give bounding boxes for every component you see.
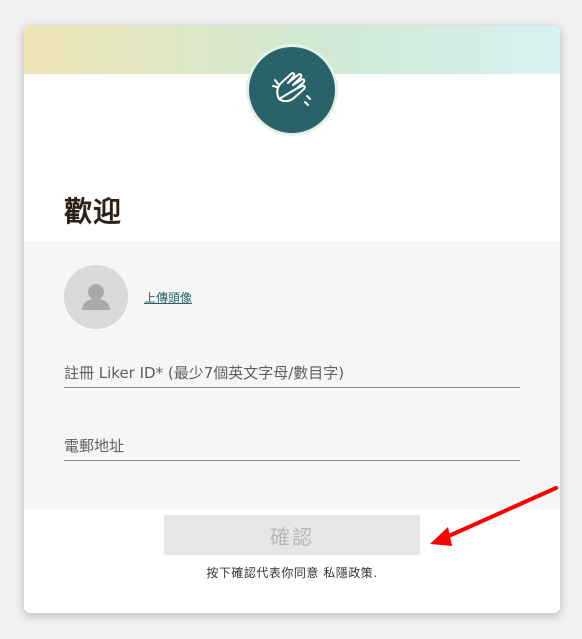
registration-form: 上傳頭像: [24, 241, 560, 509]
confirm-button[interactable]: 確認: [164, 515, 420, 555]
privacy-policy-link[interactable]: 私隱政策: [323, 566, 373, 580]
terms-agreement-text: 按下確認代表你同意 私隱政策.: [24, 564, 560, 581]
email-field: [64, 434, 520, 461]
user-placeholder-icon[interactable]: [64, 265, 128, 329]
liker-id-field: [64, 361, 520, 388]
email-input[interactable]: [64, 434, 520, 458]
terms-suffix: .: [373, 566, 378, 580]
liker-id-input[interactable]: [64, 361, 520, 385]
red-arrow-icon: [430, 486, 558, 546]
upload-avatar-link[interactable]: 上傳頭像: [144, 289, 192, 306]
welcome-title: 歡迎: [64, 195, 123, 228]
terms-prefix: 按下確認代表你同意: [206, 566, 324, 580]
clapping-hands-icon: [246, 44, 338, 136]
